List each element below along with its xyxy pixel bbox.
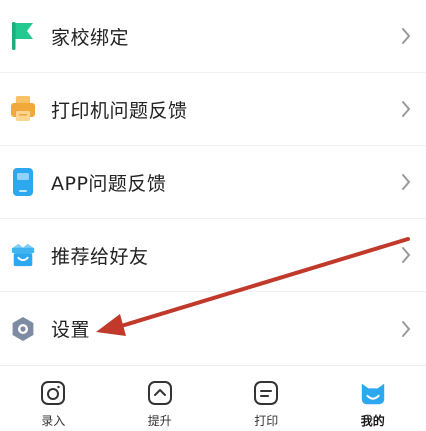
phone-icon	[10, 166, 36, 198]
tab-print[interactable]: 打印	[213, 366, 320, 431]
menu-item-label: 打印机问题反馈	[51, 99, 188, 122]
menu-item-label: 设置	[51, 319, 91, 341]
tab-label: 录入	[41, 414, 66, 428]
tab-mine[interactable]: 我的	[320, 366, 426, 431]
printer-icon	[10, 93, 36, 125]
tab-label: 我的	[360, 414, 385, 428]
chevron-right-icon	[400, 319, 412, 339]
chevron-right-icon	[400, 99, 412, 119]
up-arrow-icon	[146, 379, 174, 407]
menu-item-label: 推荐给好友	[51, 245, 149, 268]
menu-item-settings[interactable]: 设置	[0, 292, 426, 365]
menu-item-printer-feedback[interactable]: 打印机问题反馈	[0, 73, 426, 146]
menu-item-label: APP问题反馈	[51, 172, 167, 195]
menu-item-home-school-binding[interactable]: 家校绑定	[0, 0, 426, 73]
chevron-right-icon	[400, 172, 412, 192]
print-icon	[252, 379, 280, 407]
cat-face-icon	[359, 379, 387, 407]
chevron-right-icon	[400, 245, 412, 265]
menu-item-recommend-friends[interactable]: 推荐给好友	[0, 219, 426, 292]
gear-icon	[10, 313, 36, 345]
bottom-tab-bar: 录入 提升 打印 我的	[0, 365, 426, 431]
tab-input[interactable]: 录入	[0, 366, 107, 431]
menu-item-label: 家校绑定	[51, 26, 130, 49]
settings-menu-list: 家校绑定 打印机问题反馈 APP问题反馈 推荐给好友 设置	[0, 0, 426, 365]
menu-item-app-feedback[interactable]: APP问题反馈	[0, 146, 426, 219]
camera-icon	[39, 379, 67, 407]
gift-box-icon	[10, 239, 36, 271]
tab-improve[interactable]: 提升	[107, 366, 214, 431]
tab-label: 提升	[147, 414, 172, 428]
chevron-right-icon	[400, 26, 412, 46]
tab-label: 打印	[254, 414, 279, 428]
green-flag-icon	[10, 20, 36, 52]
